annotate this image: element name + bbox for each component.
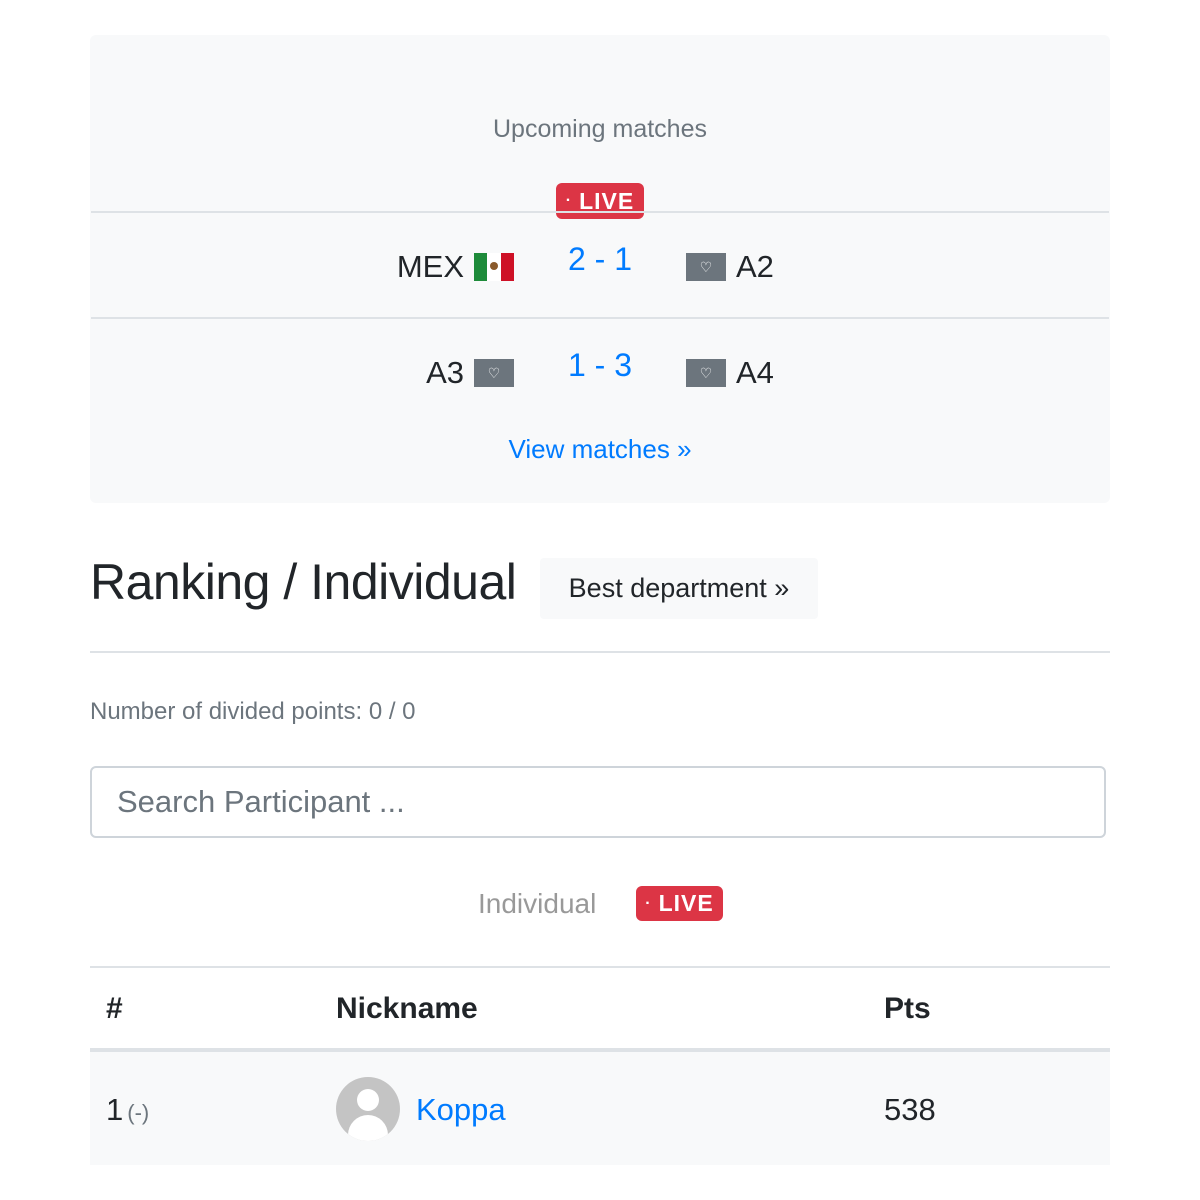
divider xyxy=(90,651,1110,653)
points-cell: 538 xyxy=(884,1092,936,1127)
column-header-rank: # xyxy=(106,992,123,1025)
match-row[interactable]: MEX 2 - 1 ♡ A2 xyxy=(90,213,1110,318)
away-team: ♡ A4 xyxy=(686,355,774,391)
column-header-pts: Pts xyxy=(884,992,931,1025)
view-matches-link[interactable]: View matches » xyxy=(90,434,1110,465)
upcoming-matches-card: Upcoming matches · LIVE MEX 2 - 1 ♡ A2 A… xyxy=(90,35,1110,503)
rank-cell: 1 (-) xyxy=(106,1092,149,1128)
live-dot: · xyxy=(645,894,652,912)
column-header-nickname: Nickname xyxy=(336,992,478,1025)
live-dot: · xyxy=(565,192,573,209)
match-row[interactable]: A3 ♡ 1 - 3 ♡ A4 xyxy=(90,319,1110,424)
table-row: 1 (-) Koppa 538 xyxy=(90,1052,1110,1165)
placeholder-flag-icon: ♡ xyxy=(686,359,726,387)
divided-points-text: Number of divided points: 0 / 0 xyxy=(90,698,416,725)
placeholder-flag-icon: ♡ xyxy=(686,253,726,281)
search-participant-input[interactable] xyxy=(90,766,1106,838)
away-team-name: A4 xyxy=(736,355,774,390)
tab-individual[interactable]: Individual xyxy=(478,888,596,920)
rank-number: 1 xyxy=(106,1092,124,1127)
rank-change: (-) xyxy=(127,1100,150,1125)
page-title: Ranking / Individual xyxy=(90,554,517,610)
best-department-button[interactable]: Best department » xyxy=(540,558,818,619)
match-score[interactable]: 1 - 3 xyxy=(90,347,1110,384)
ranking-tabs: Individual · LIVE xyxy=(90,886,1110,922)
live-label: LIVE xyxy=(658,890,714,916)
upcoming-matches-title: Upcoming matches xyxy=(493,115,707,143)
participant-nickname-link[interactable]: Koppa xyxy=(416,1092,506,1128)
avatar xyxy=(336,1077,400,1141)
match-score[interactable]: 2 - 1 xyxy=(90,241,1110,278)
away-team-name: A2 xyxy=(736,249,774,284)
live-badge: · LIVE xyxy=(636,886,723,921)
away-team: ♡ A2 xyxy=(686,249,774,285)
table-top-border xyxy=(90,966,1110,968)
